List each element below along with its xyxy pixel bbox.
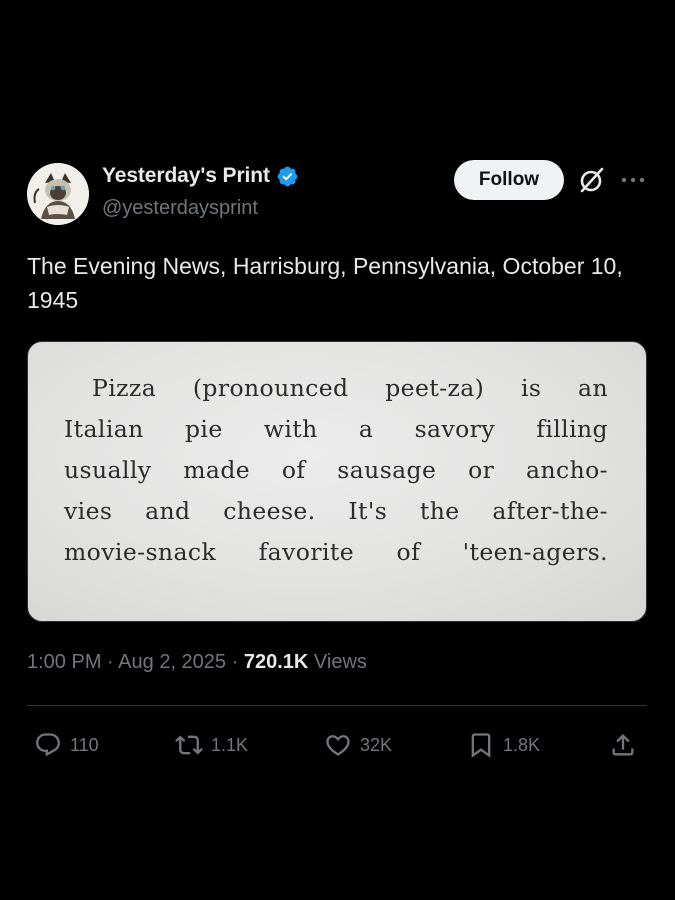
clipping-line: vies and cheese. It's the after-the-	[64, 497, 608, 525]
bookmark-icon	[471, 733, 491, 758]
clipping-line: Italian pie with a savory filling	[64, 415, 608, 443]
repost-count: 1.1K	[211, 734, 249, 755]
repost-icon	[175, 735, 203, 755]
clipping-line: usually made of sausage or ancho-	[64, 456, 608, 484]
reply-count: 110	[70, 734, 99, 755]
reply-button[interactable]: 110	[34, 730, 99, 760]
views-label: Views	[313, 651, 367, 673]
share-button[interactable]	[609, 730, 637, 760]
reply-icon	[36, 733, 60, 757]
repost-button[interactable]: 1.1K	[175, 730, 248, 760]
verified-badge-icon[interactable]	[276, 165, 299, 188]
clipping-line: movie-snack favorite of 'teen-agers.	[64, 538, 608, 566]
avatar[interactable]	[27, 163, 89, 225]
bookmark-count: 1.8K	[503, 734, 541, 755]
like-count: 32K	[360, 734, 393, 755]
grok-icon[interactable]	[577, 166, 605, 194]
author-display-name[interactable]: Yesterday's Print	[102, 164, 270, 188]
tweet-time[interactable]: 1:00 PM	[27, 651, 101, 673]
tweet-text: The Evening News, Harrisburg, Pennsylvan…	[27, 253, 623, 313]
bookmark-button[interactable]: 1.8K	[467, 730, 540, 760]
more-options-icon[interactable]	[619, 169, 647, 191]
author-handle[interactable]: @yesterdaysprint	[102, 197, 258, 220]
tweet-meta: 1:00 PM · Aug 2, 2025 · 720.1K Views	[27, 651, 367, 674]
divider	[27, 705, 647, 706]
tweet: Yesterday's Print @yesterdaysprint Follo…	[0, 0, 675, 900]
cat-avatar-icon	[27, 163, 89, 225]
heart-icon	[326, 735, 350, 756]
views-count: 720.1K	[243, 651, 309, 673]
newspaper-clipping-image[interactable]: Pizza (pronounced peet-za) is an Italian…	[27, 341, 647, 622]
author-name-row: Yesterday's Print	[102, 164, 299, 188]
clipping-line: Pizza (pronounced peet-za) is an	[92, 374, 608, 402]
meta-separator: ·	[107, 651, 114, 673]
share-icon	[612, 734, 634, 756]
follow-button[interactable]: Follow	[454, 160, 564, 200]
meta-separator: ·	[231, 651, 239, 673]
like-button[interactable]: 32K	[324, 730, 392, 760]
tweet-date[interactable]: Aug 2, 2025	[118, 651, 226, 673]
